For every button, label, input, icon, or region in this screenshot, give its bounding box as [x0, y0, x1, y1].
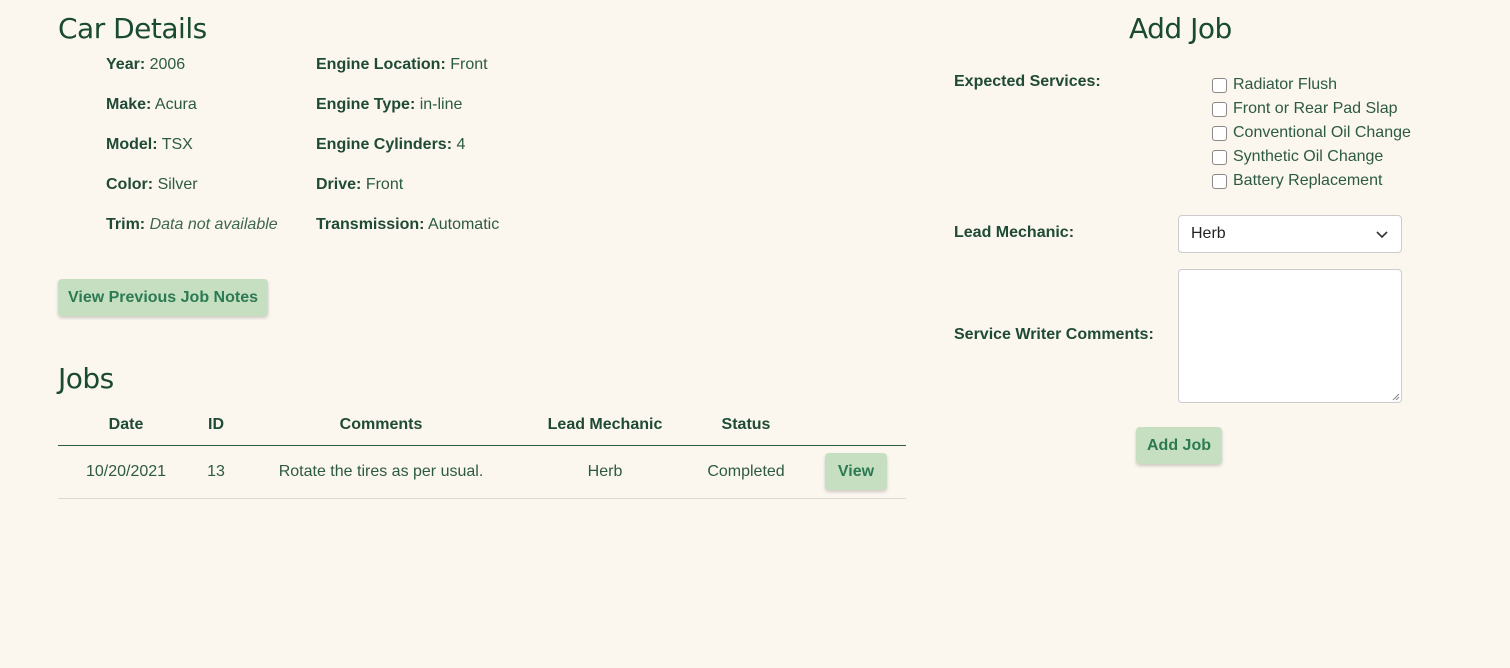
service-option-pad-slap[interactable]: Front or Rear Pad Slap	[1212, 97, 1411, 121]
detail-label: Transmission:	[316, 216, 425, 233]
cell-date: 10/20/2021	[58, 445, 194, 499]
page: Car Details Year: 2006 Make: Acura Model…	[0, 0, 1510, 668]
cell-id: 13	[194, 445, 238, 499]
detail-engine-location: Engine Location: Front	[316, 56, 488, 74]
detail-value: TSX	[161, 136, 193, 153]
detail-year: Year: 2006	[106, 56, 185, 74]
table-row: 10/20/2021 13 Rotate the tires as per us…	[58, 445, 906, 499]
detail-value: Automatic	[428, 216, 500, 233]
detail-value: Silver	[157, 176, 198, 193]
cell-action: View	[806, 445, 906, 499]
detail-engine-type: Engine Type: in-line	[316, 96, 462, 114]
expected-services-label: Expected Services:	[954, 73, 1101, 90]
checkbox[interactable]	[1212, 77, 1227, 93]
detail-label: Model:	[106, 136, 158, 153]
service-option-conventional-oil-change[interactable]: Conventional Oil Change	[1212, 121, 1411, 145]
detail-color: Color: Silver	[106, 176, 198, 194]
column-header-lead-mechanic: Lead Mechanic	[524, 405, 686, 446]
services-checklist: Radiator Flush Front or Rear Pad Slap Co…	[1212, 73, 1411, 193]
detail-value: Acura	[154, 96, 197, 113]
lead-mechanic-label: Lead Mechanic:	[954, 224, 1075, 241]
detail-value: 4	[456, 136, 466, 153]
jobs-table: Date ID Comments Lead Mechanic Status 10…	[58, 405, 906, 499]
car-details-title: Car Details	[58, 12, 207, 45]
add-job-title: Add Job	[1129, 12, 1232, 45]
column-header-comments: Comments	[238, 405, 524, 446]
cell-mechanic: Herb	[524, 445, 686, 499]
service-label: Battery Replacement	[1233, 172, 1383, 189]
detail-transmission: Transmission: Automatic	[316, 216, 499, 234]
service-label: Radiator Flush	[1233, 76, 1338, 93]
detail-label: Color:	[106, 176, 154, 193]
jobs-table-header: Date ID Comments Lead Mechanic Status	[58, 405, 906, 446]
detail-label: Engine Cylinders:	[316, 136, 453, 153]
detail-value: in-line	[419, 96, 463, 113]
checkbox[interactable]	[1212, 125, 1227, 141]
cell-comments: Rotate the tires as per usual.	[238, 445, 524, 499]
column-header-action	[806, 405, 906, 446]
cell-status: Completed	[686, 445, 806, 499]
column-header-id: ID	[194, 405, 238, 446]
detail-model: Model: TSX	[106, 136, 193, 154]
detail-label: Engine Type:	[316, 96, 416, 113]
checkbox[interactable]	[1212, 149, 1227, 165]
jobs-title: Jobs	[58, 362, 114, 395]
detail-trim: Trim: Data not available	[106, 216, 278, 234]
detail-value: 2006	[149, 56, 186, 73]
chevron-down-icon	[1376, 231, 1388, 239]
service-writer-comments-label: Service Writer Comments:	[954, 326, 1154, 343]
column-header-date: Date	[58, 405, 194, 446]
detail-make: Make: Acura	[106, 96, 197, 114]
service-label: Conventional Oil Change	[1233, 124, 1411, 141]
detail-value: Data not available	[149, 216, 278, 233]
service-writer-comments-textarea[interactable]	[1178, 269, 1402, 403]
checkbox[interactable]	[1212, 173, 1227, 189]
detail-label: Make:	[106, 96, 152, 113]
checkbox[interactable]	[1212, 101, 1227, 117]
lead-mechanic-selected-value: Herb	[1191, 225, 1226, 242]
service-label: Synthetic Oil Change	[1233, 148, 1384, 165]
view-job-button[interactable]: View	[825, 453, 887, 490]
resize-grip-icon[interactable]	[1391, 392, 1400, 401]
detail-label: Engine Location:	[316, 56, 446, 73]
detail-label: Trim:	[106, 216, 146, 233]
view-previous-job-notes-button[interactable]: View Previous Job Notes	[58, 279, 268, 316]
service-option-battery-replacement[interactable]: Battery Replacement	[1212, 169, 1411, 193]
add-job-button[interactable]: Add Job	[1136, 427, 1222, 464]
service-option-radiator-flush[interactable]: Radiator Flush	[1212, 73, 1411, 97]
detail-label: Year:	[106, 56, 146, 73]
service-option-synthetic-oil-change[interactable]: Synthetic Oil Change	[1212, 145, 1411, 169]
detail-drive: Drive: Front	[316, 176, 403, 194]
service-label: Front or Rear Pad Slap	[1233, 100, 1398, 117]
detail-label: Drive:	[316, 176, 362, 193]
lead-mechanic-select[interactable]: Herb	[1178, 215, 1402, 253]
detail-engine-cylinders: Engine Cylinders: 4	[316, 136, 465, 154]
column-header-status: Status	[686, 405, 806, 446]
detail-value: Front	[365, 176, 404, 193]
detail-value: Front	[450, 56, 488, 73]
